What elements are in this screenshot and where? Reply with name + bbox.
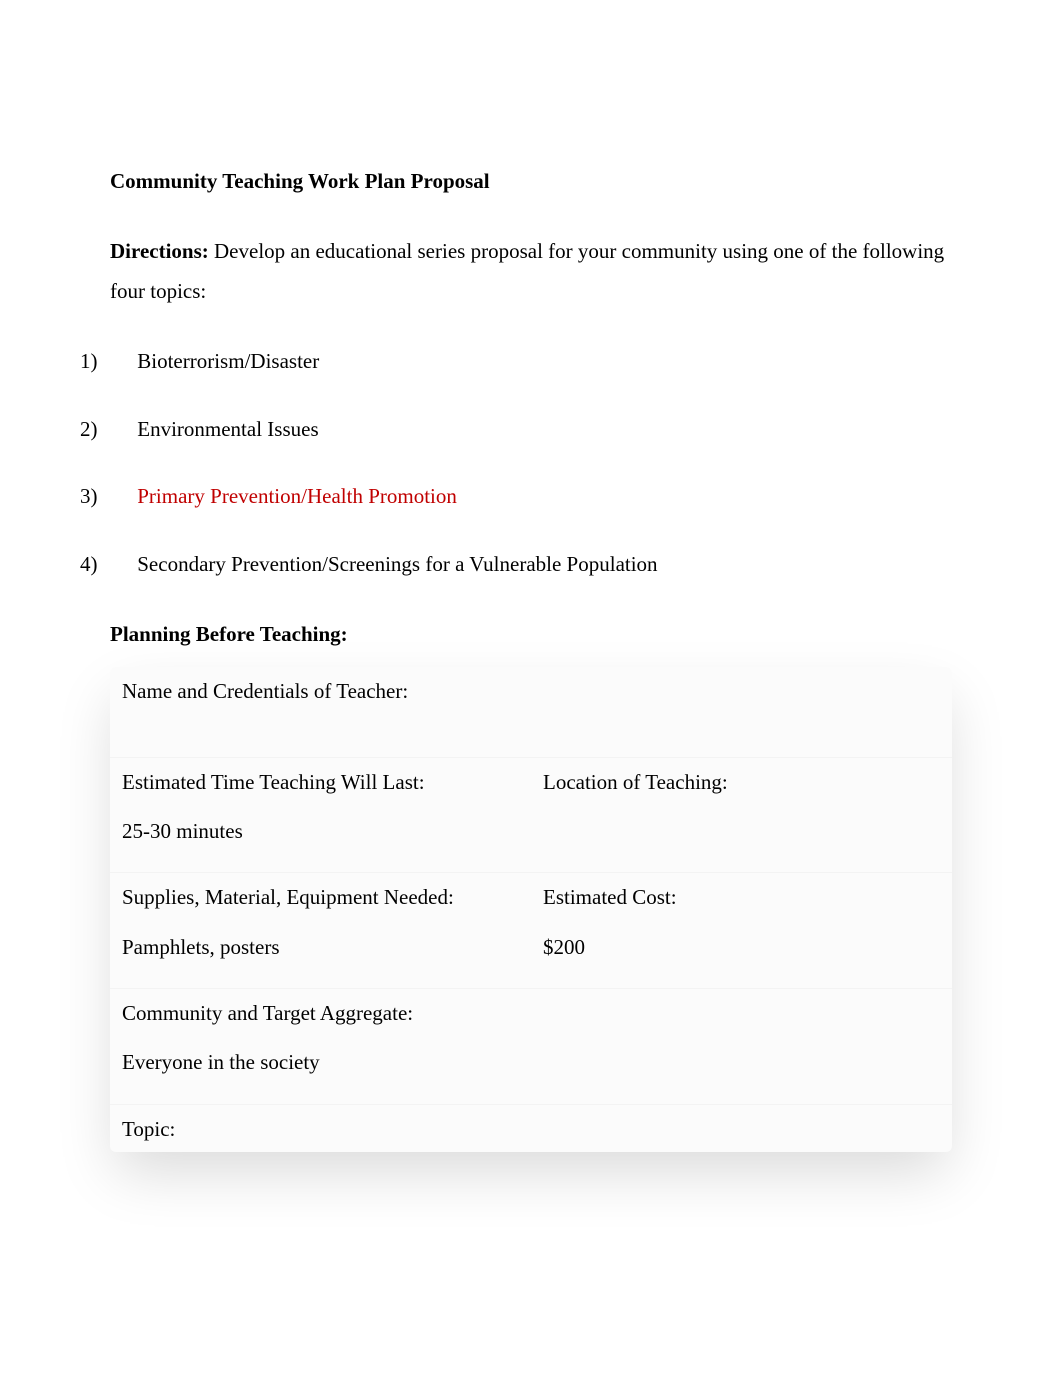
list-text: Bioterrorism/Disaster bbox=[137, 349, 319, 373]
bottom-fade bbox=[0, 1256, 1062, 1376]
directions-label: Directions: bbox=[110, 239, 214, 263]
table-cell-supplies: Supplies, Material, Equipment Needed: Pa… bbox=[110, 872, 531, 988]
cell-label: Estimated Time Teaching Will Last: bbox=[122, 768, 519, 797]
cell-label: Topic: bbox=[122, 1117, 175, 1141]
planning-heading: Planning Before Teaching: bbox=[110, 615, 952, 655]
list-text: Environmental Issues bbox=[137, 417, 318, 441]
cell-label: Location of Teaching: bbox=[543, 768, 940, 797]
cell-value: 25-30 minutes bbox=[122, 819, 243, 843]
table-cell-name-credentials: Name and Credentials of Teacher: bbox=[110, 667, 952, 756]
cell-value: Everyone in the society bbox=[122, 1050, 320, 1074]
table-cell-cost: Estimated Cost: $200 bbox=[531, 872, 952, 988]
cell-value: $200 bbox=[543, 935, 585, 959]
table-cell-topic: Topic: bbox=[110, 1104, 952, 1152]
list-number: 2) bbox=[110, 410, 132, 450]
list-item: 3) Primary Prevention/Health Promotion bbox=[110, 477, 952, 517]
directions-block: Directions: Develop an educational serie… bbox=[110, 232, 952, 312]
list-number: 4) bbox=[110, 545, 132, 585]
list-item: 4) Secondary Prevention/Screenings for a… bbox=[110, 545, 952, 585]
list-item: 2) Environmental Issues bbox=[110, 410, 952, 450]
list-text: Secondary Prevention/Screenings for a Vu… bbox=[137, 552, 657, 576]
cell-label: Community and Target Aggregate: bbox=[122, 999, 940, 1028]
table-cell-community: Community and Target Aggregate: Everyone… bbox=[110, 988, 952, 1104]
list-text-highlighted: Primary Prevention/Health Promotion bbox=[137, 484, 457, 508]
cell-label: Name and Credentials of Teacher: bbox=[122, 679, 408, 703]
list-number: 1) bbox=[110, 342, 132, 382]
cell-label: Estimated Cost: bbox=[543, 883, 940, 912]
topic-list: 1) Bioterrorism/Disaster 2) Environmenta… bbox=[110, 342, 952, 586]
list-item: 1) Bioterrorism/Disaster bbox=[110, 342, 952, 382]
planning-table: Name and Credentials of Teacher: Estimat… bbox=[110, 667, 952, 1152]
table-cell-location: Location of Teaching: bbox=[531, 757, 952, 873]
table-cell-time: Estimated Time Teaching Will Last: 25-30… bbox=[110, 757, 531, 873]
cell-label: Supplies, Material, Equipment Needed: bbox=[122, 883, 519, 912]
cell-value: Pamphlets, posters bbox=[122, 935, 280, 959]
list-number: 3) bbox=[110, 477, 132, 517]
page-title: Community Teaching Work Plan Proposal bbox=[110, 162, 952, 202]
directions-text: Develop an educational series proposal f… bbox=[110, 239, 944, 303]
